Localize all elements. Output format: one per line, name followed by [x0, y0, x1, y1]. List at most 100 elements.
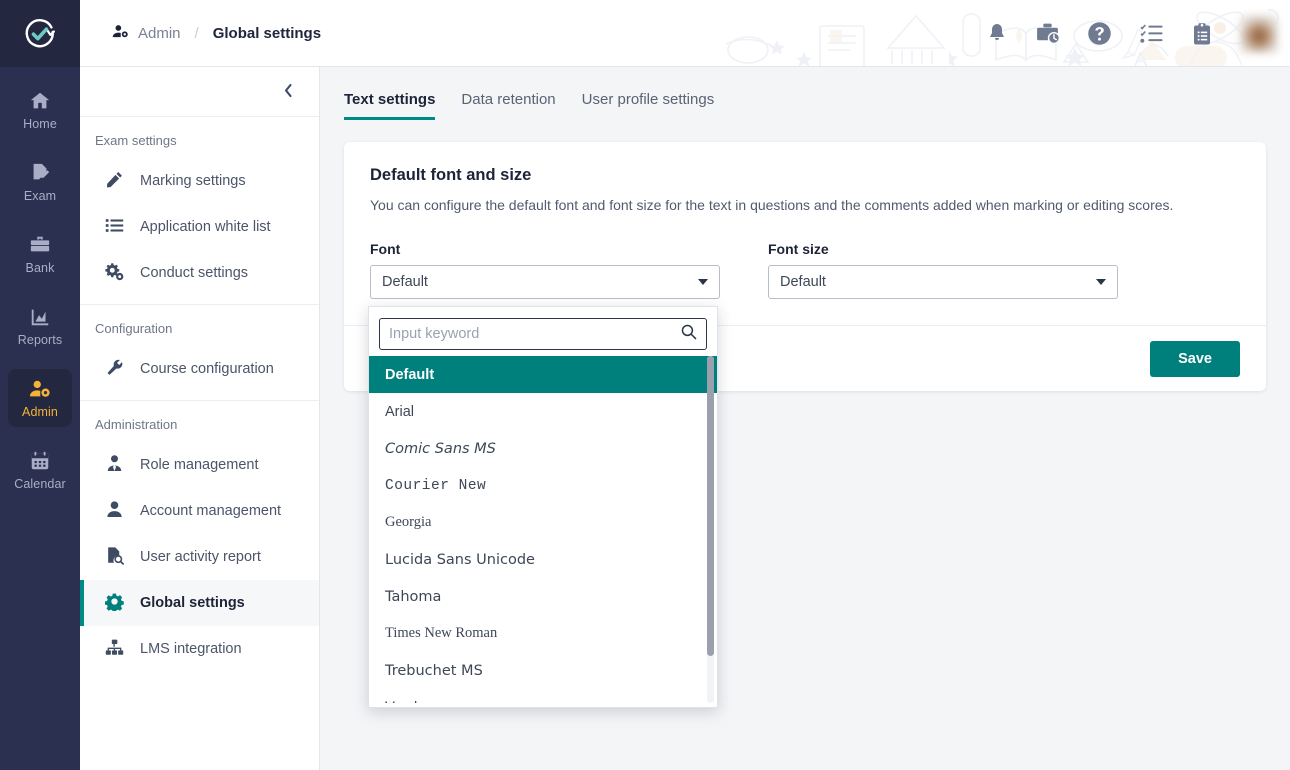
tab-data-retention[interactable]: Data retention — [461, 91, 555, 120]
tab-user-profile-settings[interactable]: User profile settings — [582, 91, 715, 120]
chevron-down-icon — [698, 279, 708, 285]
help-circle-icon[interactable] — [1086, 20, 1113, 47]
sidebar-item-account-management[interactable]: Account management — [80, 488, 319, 534]
sidebar-item-label: Role management — [140, 457, 259, 473]
settings-tabs: Text settings Data retention User profil… — [320, 67, 1290, 120]
user-gear-icon — [112, 23, 129, 45]
font-size-field-label: Font size — [768, 241, 829, 257]
tab-text-settings[interactable]: Text settings — [344, 91, 436, 120]
wrench-icon — [105, 358, 124, 381]
font-dropdown-panel: Default Arial Comic Sans MS Courier New … — [368, 306, 718, 708]
font-option-tahoma[interactable]: Tahoma — [369, 578, 717, 615]
sidebar-item-application-white-list[interactable]: Application white list — [80, 204, 319, 250]
home-icon — [29, 89, 51, 113]
breadcrumb-separator: / — [194, 25, 199, 42]
rail-item-bank[interactable]: Bank — [8, 225, 72, 283]
sidebar-item-label: Application white list — [140, 219, 271, 235]
sidebar-item-label: Global settings — [140, 595, 245, 611]
user-tie-icon — [105, 454, 124, 477]
font-option-verdana[interactable]: Verdana — [369, 689, 717, 704]
breadcrumb-parent[interactable]: Admin — [138, 25, 181, 42]
font-field-label: Font — [370, 241, 401, 257]
font-option-georgia[interactable]: Georgia — [369, 504, 717, 541]
font-field: Font Default — [370, 241, 720, 299]
checklist-icon[interactable] — [1139, 21, 1164, 46]
avatar-image — [1240, 14, 1278, 53]
sidebar-group-administration: Administration Role management Account m… — [80, 401, 319, 680]
sidebar-item-conduct-settings[interactable]: Conduct settings — [80, 250, 319, 296]
sidebar-item-label: Account management — [140, 503, 282, 519]
app-logo[interactable] — [0, 0, 80, 67]
gears-icon — [105, 262, 124, 285]
sitemap-icon — [105, 638, 124, 661]
search-icon[interactable] — [680, 323, 697, 345]
font-options-list[interactable]: Default Arial Comic Sans MS Courier New … — [369, 356, 717, 703]
font-option-arial[interactable]: Arial — [369, 393, 717, 430]
rail-item-calendar[interactable]: Calendar — [8, 441, 72, 499]
sidebar-item-role-management[interactable]: Role management — [80, 442, 319, 488]
font-fields: Font Default Font size Default — [370, 241, 1240, 299]
briefcase-clock-icon[interactable] — [1035, 21, 1060, 46]
font-select-value: Default — [382, 274, 428, 290]
user-icon — [105, 500, 124, 523]
document-search-icon — [105, 546, 124, 569]
sidebar-item-course-configuration[interactable]: Course configuration — [80, 346, 319, 392]
search-input[interactable] — [389, 326, 680, 342]
rail-item-home-label: Home — [23, 117, 57, 131]
dropdown-search-wrap — [369, 307, 717, 356]
font-select[interactable]: Default — [370, 265, 720, 299]
card-description: You can configure the default font and f… — [370, 197, 1174, 213]
clipboard-icon[interactable] — [1190, 22, 1214, 46]
gear-icon — [104, 592, 124, 615]
sidebar-group-heading: Exam settings — [95, 133, 177, 148]
sidebar-group-configuration: Configuration Course configuration — [80, 305, 319, 401]
font-size-select[interactable]: Default — [768, 265, 1118, 299]
font-option-trebuchet-ms[interactable]: Trebuchet MS — [369, 652, 717, 689]
list-icon — [105, 216, 124, 239]
rail-item-bank-label: Bank — [25, 261, 55, 275]
page-title: Default font and size — [370, 166, 532, 184]
chevron-left-icon[interactable] — [283, 83, 293, 101]
breadcrumb: Admin / Global settings — [112, 0, 322, 66]
dropdown-scrollbar-thumb[interactable] — [707, 356, 714, 656]
sidebar-collapse-bar — [80, 67, 319, 117]
toolbox-icon — [29, 233, 51, 257]
sidebar-item-lms-integration[interactable]: LMS integration — [80, 626, 319, 672]
font-size-select-value: Default — [780, 274, 826, 290]
sidebar-group-heading: Configuration — [95, 321, 173, 336]
chart-icon — [29, 305, 51, 329]
rail-item-admin[interactable]: Admin — [8, 369, 72, 427]
user-gear-icon — [29, 377, 51, 401]
breadcrumb-current: Global settings — [212, 25, 322, 42]
font-option-lucida-sans-unicode[interactable]: Lucida Sans Unicode — [369, 541, 717, 578]
dropdown-scrollbar[interactable] — [707, 356, 714, 703]
sidebar-item-label: Marking settings — [140, 173, 246, 189]
font-option-default[interactable]: Default — [369, 356, 717, 393]
font-option-times-new-roman[interactable]: Times New Roman — [369, 615, 717, 652]
rail-item-exam[interactable]: Exam — [8, 153, 72, 211]
check-circle-arrow-logo — [25, 18, 56, 47]
rail-item-exam-label: Exam — [23, 189, 57, 203]
sidebar-item-label: LMS integration — [140, 641, 242, 657]
header-actions — [985, 0, 1278, 66]
save-button[interactable]: Save — [1150, 340, 1240, 377]
rail-item-home[interactable]: Home — [8, 81, 72, 139]
chevron-down-icon — [1096, 279, 1106, 285]
rail-item-reports[interactable]: Reports — [8, 297, 72, 355]
secondary-sidebar: Exam settings Marking settings Applicati… — [80, 67, 320, 770]
sidebar-group-heading: Administration — [95, 417, 178, 432]
dropdown-search-box[interactable] — [379, 318, 707, 350]
bell-icon[interactable] — [985, 22, 1009, 46]
rail-item-calendar-label: Calendar — [14, 477, 66, 491]
font-option-comic-sans-ms[interactable]: Comic Sans MS — [369, 430, 717, 467]
sidebar-item-global-settings[interactable]: Global settings — [80, 580, 319, 626]
sidebar-item-user-activity-report[interactable]: User activity report — [80, 534, 319, 580]
primary-nav-rail: Home Exam Bank Reports Admin Calendar — [0, 0, 80, 770]
rail-item-reports-label: Reports — [17, 333, 63, 347]
sidebar-item-marking-settings[interactable]: Marking settings — [80, 158, 319, 204]
sidebar-item-label: Conduct settings — [140, 265, 249, 281]
font-option-courier-new[interactable]: Courier New — [369, 467, 717, 504]
avatar[interactable] — [1240, 14, 1278, 53]
calendar-icon — [29, 449, 51, 473]
exam-paper-icon — [29, 161, 51, 185]
